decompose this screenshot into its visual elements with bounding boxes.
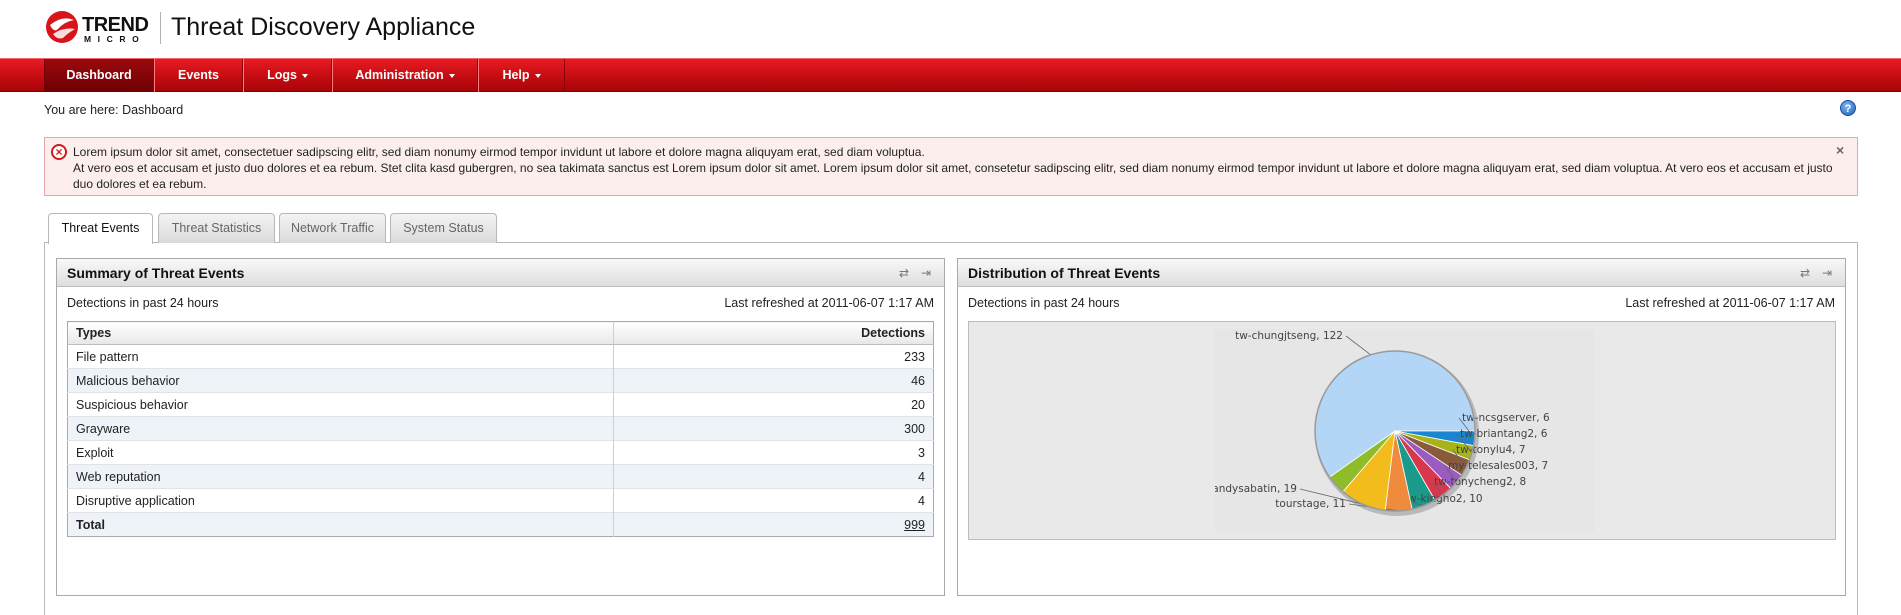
app-title: Threat Discovery Appliance [171, 13, 476, 41]
breadcrumb: You are here: Dashboard [44, 103, 184, 117]
trend-micro-logo: TREND MICRO [44, 9, 156, 49]
detection-count-cell: 233 [613, 344, 934, 369]
pie-slice-label: tourstage, 11 [1275, 498, 1346, 510]
header-divider [160, 12, 161, 44]
threat-type-cell: File pattern [67, 344, 614, 369]
summary-panel-header: Summary of Threat Events ⇄ ⇥ [57, 259, 944, 287]
pie-slice-label: tw-tonylu4, 7 [1456, 444, 1526, 456]
alert-line-2: At vero eos et accusam et justo duo dolo… [73, 161, 1833, 191]
panel-subtitle: Detections in past 24 hours [968, 296, 1120, 310]
pie-slice-label: tw-randysabatin, 19 [1215, 483, 1297, 495]
summary-panel: Summary of Threat Events ⇄ ⇥ Detections … [56, 258, 945, 596]
tab-label: Threat Events [61, 221, 140, 235]
table-row: File pattern 233 [67, 344, 934, 369]
threat-distribution-pie-chart: tw-chungjtseng, 122tw-ncsgserver, 6tw-br… [1215, 329, 1595, 531]
panel-title: Summary of Threat Events [67, 265, 245, 281]
tab-threat-events[interactable]: Threat Events [48, 213, 153, 244]
pie-slice-label: tw-briantang2, 6 [1460, 428, 1548, 440]
pie-chart-container: tw-chungjtseng, 122 tw-ncsgserver, 6 tw-br… [968, 321, 1836, 540]
nav-item-label: Events [178, 68, 219, 82]
table-row: Disruptive application 4 [67, 488, 934, 513]
table-row: Exploit 3 [67, 440, 934, 465]
tab-system-status[interactable]: System Status [390, 213, 497, 243]
alert-message: Lorem ipsum dolor sit amet, consectetuer… [73, 144, 1833, 192]
nav-item-dashboard[interactable]: Dashboard [44, 59, 154, 92]
pie-slice-label: my-telesales003, 7 [1448, 460, 1548, 472]
logo-micro-text: MICRO [84, 34, 146, 44]
table-row: Suspicious behavior 20 [67, 392, 934, 417]
nav-item-label: Administration [355, 68, 444, 82]
total-value-cell: 999 [613, 512, 934, 537]
total-value-link[interactable]: 999 [904, 518, 925, 532]
table-row: Web reputation 4 [67, 464, 934, 489]
distribution-panel: Distribution of Threat Events ⇄ ⇥ Detect… [957, 258, 1846, 596]
total-row: Total 999 [67, 512, 934, 537]
tab-label: Threat Statistics [171, 221, 262, 235]
pie-slice-label: tw-chungjtseng, 122 [1235, 330, 1343, 342]
tab-label: System Status [403, 221, 484, 235]
refresh-icon[interactable]: ⇄ [1798, 266, 1812, 280]
last-refreshed: Last refreshed at 2011-06-07 1:17 AM [1625, 296, 1835, 310]
error-icon: × [51, 144, 67, 160]
threat-summary-table: Types Detections File pattern 233 Malici… [67, 321, 934, 537]
threat-type-cell: Grayware [67, 416, 614, 441]
error-alert: × Lorem ipsum dolor sit amet, consectetu… [44, 137, 1858, 196]
tab-threat-statistics[interactable]: Threat Statistics [158, 213, 275, 243]
detection-count-cell: 3 [613, 440, 934, 465]
threat-type-cell: Suspicious behavior [67, 392, 614, 417]
detection-count-cell: 300 [613, 416, 934, 441]
export-icon[interactable]: ⇥ [1820, 266, 1834, 280]
chevron-down-icon [534, 73, 541, 78]
detection-count-cell: 20 [613, 392, 934, 417]
detection-count-cell: 46 [613, 368, 934, 393]
nav-item-administration[interactable]: Administration [332, 59, 478, 92]
last-refreshed: Last refreshed at 2011-06-07 1:17 AM [724, 296, 934, 310]
table-header-row: Types Detections [67, 321, 934, 345]
detection-count-cell: 4 [613, 464, 934, 489]
refresh-icon[interactable]: ⇄ [897, 266, 911, 280]
threat-type-cell: Web reputation [67, 464, 614, 489]
nav-item-label: Logs [267, 68, 297, 82]
help-icon[interactable]: ? [1840, 100, 1856, 116]
threat-type-cell: Exploit [67, 440, 614, 465]
tab-network-traffic[interactable]: Network Traffic [279, 213, 386, 243]
nav-item-help[interactable]: Help [478, 59, 565, 92]
total-label: Total [67, 512, 614, 537]
nav-item-label: Help [502, 68, 530, 82]
logo-ball-icon [46, 11, 78, 43]
export-icon[interactable]: ⇥ [919, 266, 933, 280]
table-row: Malicious behavior 46 [67, 368, 934, 393]
column-header-types: Types [67, 321, 614, 345]
nav-item-logs[interactable]: Logs [243, 59, 332, 92]
threat-type-cell: Disruptive application [67, 488, 614, 513]
panel-title: Distribution of Threat Events [968, 265, 1161, 281]
threat-type-cell: Malicious behavior [67, 368, 614, 393]
chevron-down-icon [301, 73, 308, 78]
alert-line-1: Lorem ipsum dolor sit amet, consectetuer… [73, 145, 925, 159]
column-header-detections: Detections [613, 321, 934, 345]
distribution-panel-header: Distribution of Threat Events ⇄ ⇥ [958, 259, 1845, 287]
panel-subtitle: Detections in past 24 hours [67, 296, 219, 310]
app-header: TREND MICRO Threat Discovery Appliance [0, 0, 1901, 58]
nav-item-events[interactable]: Events [154, 59, 243, 92]
nav-item-label: Dashboard [66, 68, 132, 82]
table-row: Grayware 300 [67, 416, 934, 441]
pie-slice-label: tw-tonycheng2, 8 [1434, 476, 1526, 488]
tab-label: Network Traffic [290, 221, 375, 235]
main-nav: Dashboard Events Logs Administration Hel… [0, 58, 1901, 92]
detection-count-cell: 4 [613, 488, 934, 513]
close-icon[interactable]: × [1836, 142, 1844, 158]
chevron-down-icon [448, 73, 455, 78]
